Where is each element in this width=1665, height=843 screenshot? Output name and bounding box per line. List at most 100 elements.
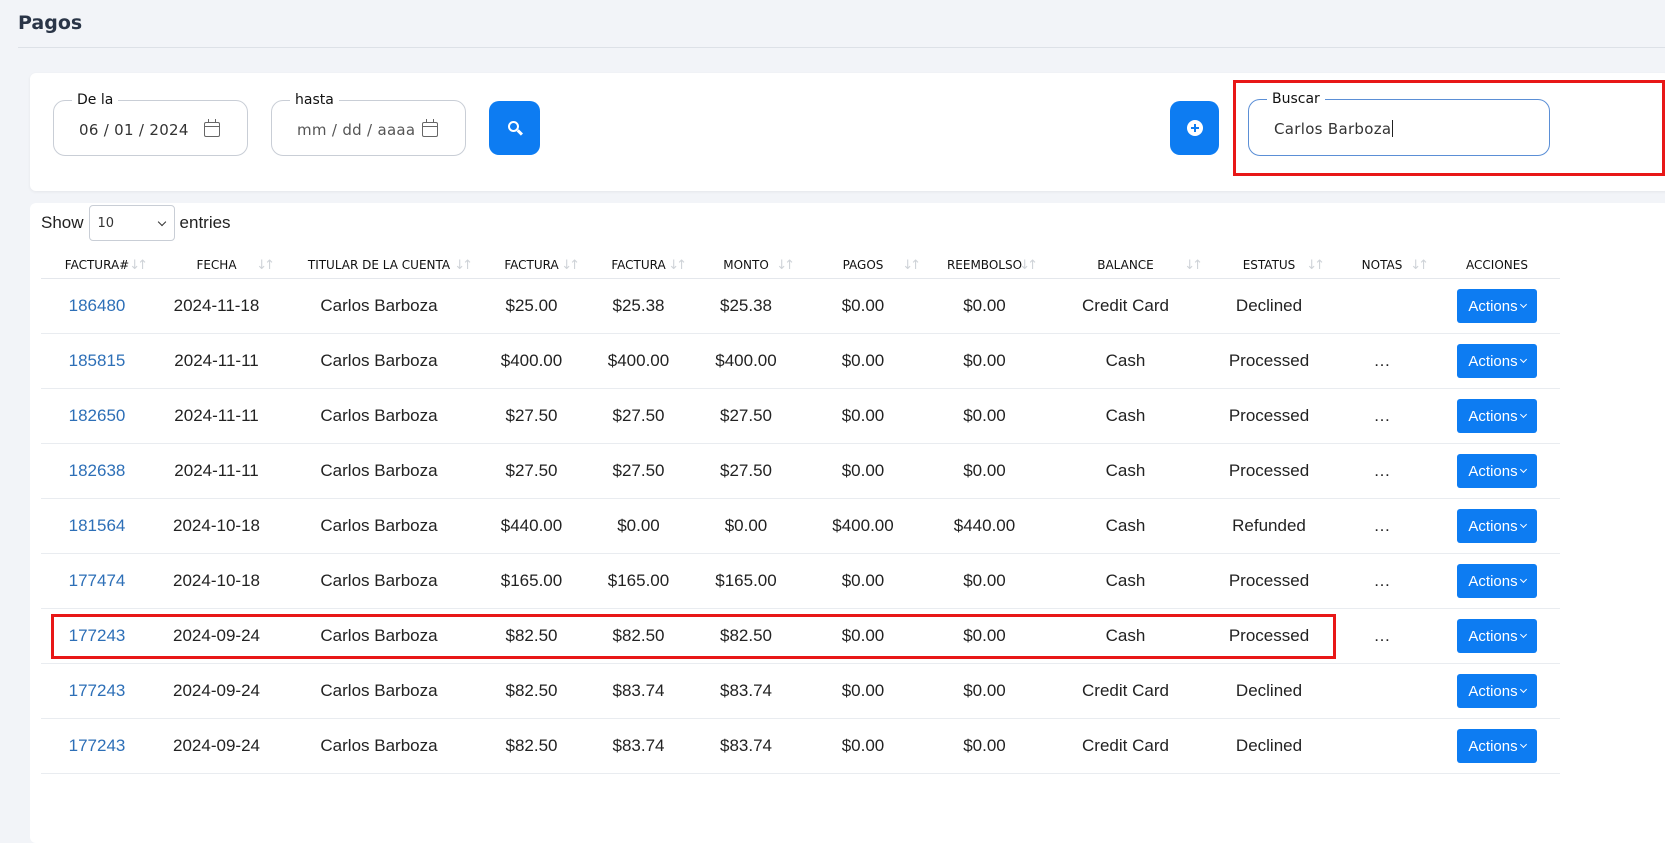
- sort-icon[interactable]: ↓↑: [668, 258, 687, 273]
- column-header-factura-number[interactable]: FACTURA# ↓↑: [41, 252, 153, 279]
- search-button[interactable]: [489, 101, 540, 155]
- column-header-pagos[interactable]: PAGOS ↓↑: [800, 252, 926, 279]
- column-header-estatus[interactable]: ESTATUS ↓↑: [1208, 252, 1330, 279]
- table-row: 186480 2024-11-18 Carlos Barboza $25.00 $25.…: [41, 278, 1560, 334]
- factura-cell: $25.00: [478, 278, 585, 334]
- factura-2-cell: $83.74: [585, 718, 692, 774]
- factura-2-cell: $83.74: [585, 663, 692, 719]
- actions-label: Actions: [1468, 297, 1518, 315]
- actions-label: Actions: [1468, 682, 1518, 700]
- add-button[interactable]: [1170, 101, 1219, 155]
- actions-label: Actions: [1468, 572, 1518, 590]
- calendar-icon[interactable]: [422, 119, 438, 137]
- monto-cell: $83.74: [692, 718, 800, 774]
- calendar-icon[interactable]: [204, 119, 220, 137]
- invoice-link[interactable]: 181564: [41, 498, 153, 554]
- sort-icon[interactable]: ↓↑: [1410, 258, 1429, 273]
- monto-cell: $165.00: [692, 553, 800, 609]
- sort-icon[interactable]: ↓↑: [1184, 258, 1203, 273]
- notes-cell[interactable]: …: [1330, 498, 1434, 554]
- actions-label: Actions: [1468, 627, 1518, 645]
- sort-icon[interactable]: ↓↑: [129, 258, 148, 273]
- factura-cell: $82.50: [478, 608, 585, 664]
- actions-button[interactable]: Actions: [1457, 289, 1537, 323]
- actions-label: Actions: [1468, 462, 1518, 480]
- sort-icon[interactable]: ↓↑: [902, 258, 921, 273]
- sort-icon[interactable]: ↓↑: [776, 258, 795, 273]
- actions-cell: Actions: [1434, 443, 1560, 499]
- page-size-select[interactable]: 10: [88, 205, 175, 241]
- from-date-value[interactable]: 06 / 01 / 2024: [79, 121, 189, 139]
- invoice-link[interactable]: 182650: [41, 388, 153, 444]
- invoice-link[interactable]: 177243: [41, 608, 153, 664]
- column-header-balance[interactable]: BALANCE ↓↑: [1043, 252, 1208, 279]
- status-cell: Declined: [1208, 278, 1330, 334]
- plus-circle-icon: [1186, 120, 1203, 136]
- actions-button[interactable]: Actions: [1457, 729, 1537, 763]
- chevron-down-icon: [1519, 300, 1527, 309]
- chevron-down-icon: [1519, 465, 1527, 474]
- column-header-fecha[interactable]: FECHA ↓↑: [153, 252, 280, 279]
- search-input[interactable]: Carlos Barboza: [1274, 120, 1394, 138]
- invoice-link[interactable]: 186480: [41, 278, 153, 334]
- reembolso-cell: $0.00: [926, 718, 1043, 774]
- to-date-placeholder[interactable]: mm / dd / aaaa: [297, 121, 415, 139]
- notes-cell[interactable]: …: [1330, 608, 1434, 664]
- to-date-field[interactable]: hasta mm / dd / aaaa: [271, 92, 466, 156]
- invoice-link[interactable]: 185815: [41, 333, 153, 389]
- column-header-monto[interactable]: MONTO ↓↑: [692, 252, 800, 279]
- pagos-cell: $400.00: [800, 498, 926, 554]
- column-header-factura-2[interactable]: FACTURA ↓↑: [585, 252, 692, 279]
- actions-button[interactable]: Actions: [1457, 619, 1537, 653]
- reembolso-cell: $440.00: [926, 498, 1043, 554]
- search-label: Buscar: [1267, 91, 1325, 107]
- balance-cell: Credit Card: [1043, 718, 1208, 774]
- notes-cell[interactable]: [1330, 663, 1434, 719]
- monto-cell: $27.50: [692, 443, 800, 499]
- sort-icon[interactable]: ↓↑: [256, 258, 275, 273]
- invoice-link[interactable]: 182638: [41, 443, 153, 499]
- reembolso-cell: $0.00: [926, 663, 1043, 719]
- payments-table: FACTURA# ↓↑ FECHA ↓↑ TITULAR DE LA CUENTA ↓…: [41, 252, 1560, 774]
- notes-cell[interactable]: [1330, 278, 1434, 334]
- date-cell: 2024-10-18: [153, 553, 280, 609]
- entries-label: entries: [179, 213, 231, 232]
- monto-cell: $0.00: [692, 498, 800, 554]
- column-header-factura[interactable]: FACTURA ↓↑: [478, 252, 585, 279]
- actions-button[interactable]: Actions: [1457, 674, 1537, 708]
- factura-2-cell: $165.00: [585, 553, 692, 609]
- reembolso-cell: $0.00: [926, 608, 1043, 664]
- actions-cell: Actions: [1434, 498, 1560, 554]
- column-header-reembolso[interactable]: REEMBOLSO ↓↑: [926, 252, 1043, 279]
- actions-button[interactable]: Actions: [1457, 454, 1537, 488]
- date-cell: 2024-11-11: [153, 388, 280, 444]
- sort-icon[interactable]: ↓↑: [454, 258, 473, 273]
- notes-cell[interactable]: [1330, 718, 1434, 774]
- sort-icon[interactable]: ↓↑: [1019, 258, 1038, 273]
- balance-cell: Credit Card: [1043, 278, 1208, 334]
- actions-button[interactable]: Actions: [1457, 564, 1537, 598]
- actions-button[interactable]: Actions: [1457, 344, 1537, 378]
- invoice-link[interactable]: 177474: [41, 553, 153, 609]
- invoice-link[interactable]: 177243: [41, 718, 153, 774]
- pagos-cell: $0.00: [800, 608, 926, 664]
- from-date-label: De la: [72, 92, 119, 108]
- balance-cell: Cash: [1043, 443, 1208, 499]
- column-header-notas[interactable]: NOTAS ↓↑: [1330, 252, 1434, 279]
- account-holder-cell: Carlos Barboza: [280, 443, 478, 499]
- from-date-field[interactable]: De la 06 / 01 / 2024: [53, 92, 248, 156]
- invoice-link[interactable]: 177243: [41, 663, 153, 719]
- sort-icon[interactable]: ↓↑: [1306, 258, 1325, 273]
- notes-cell[interactable]: …: [1330, 553, 1434, 609]
- column-header-titular[interactable]: TITULAR DE LA CUENTA ↓↑: [280, 252, 478, 279]
- factura-cell: $82.50: [478, 718, 585, 774]
- search-field[interactable]: Buscar Carlos Barboza: [1248, 91, 1550, 156]
- notes-cell[interactable]: …: [1330, 388, 1434, 444]
- notes-cell[interactable]: …: [1330, 333, 1434, 389]
- sort-icon[interactable]: ↓↑: [561, 258, 580, 273]
- actions-button[interactable]: Actions: [1457, 509, 1537, 543]
- actions-button[interactable]: Actions: [1457, 399, 1537, 433]
- account-holder-cell: Carlos Barboza: [280, 718, 478, 774]
- chevron-down-icon: [1519, 575, 1527, 584]
- notes-cell[interactable]: …: [1330, 443, 1434, 499]
